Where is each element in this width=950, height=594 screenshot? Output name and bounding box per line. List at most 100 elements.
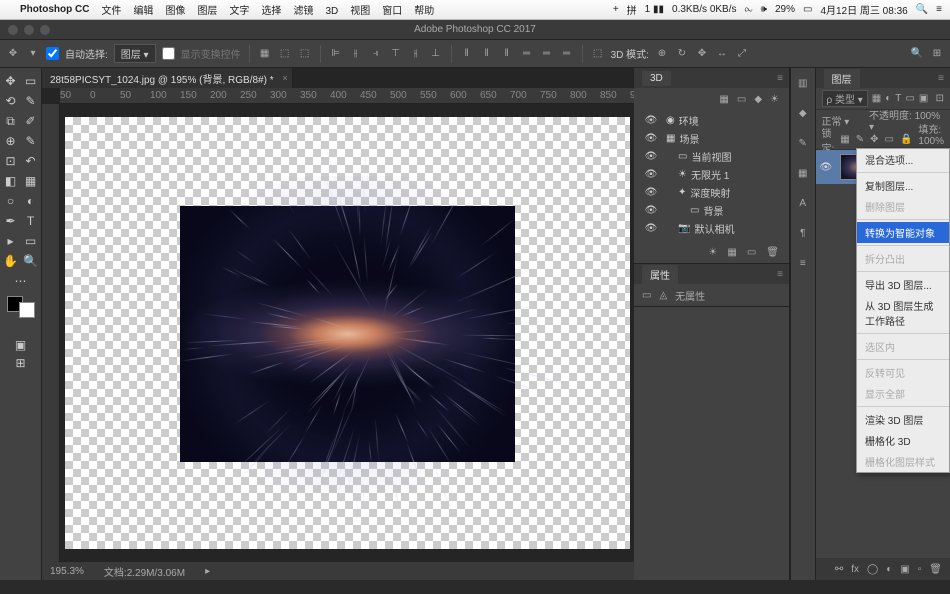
new-layer-icon[interactable]: ▫ (918, 564, 922, 575)
menu-帮助[interactable]: 帮助 (414, 6, 434, 17)
filter-adjust-icon[interactable]: ◐ (885, 93, 891, 104)
strip-icon[interactable]: ▥ (794, 74, 812, 92)
canvas[interactable] (65, 117, 630, 549)
shape-tool[interactable]: ▭ (22, 232, 40, 250)
panel-menu-icon[interactable]: ≡ (777, 73, 783, 84)
zoom-level[interactable]: 195.3% (50, 566, 84, 577)
move-tool[interactable]: ✥ (2, 72, 20, 90)
input-indicator[interactable]: 拼 (627, 2, 637, 17)
panel-props-tab[interactable]: 属性 (642, 265, 678, 284)
strip-icon[interactable]: ¶ (794, 224, 812, 242)
lock-icon[interactable]: ▭ (885, 134, 894, 145)
close-window-button[interactable] (8, 25, 18, 35)
tree-item[interactable]: 👁✦深度映射 (640, 183, 783, 201)
strip-icon[interactable]: ◆ (794, 104, 812, 122)
healing-tool[interactable]: ⊕ (2, 132, 20, 150)
dodge-tool[interactable]: ◐ (22, 192, 40, 210)
doc-size[interactable]: 文档:2.29M/3.06M (104, 564, 185, 579)
type-tool[interactable]: T (22, 212, 40, 230)
ctx-item[interactable]: 栅格化 3D (857, 430, 949, 451)
menu-图像[interactable]: 图像 (165, 6, 185, 17)
tree-item[interactable]: 👁📷默认相机 (640, 219, 783, 237)
strip-icon[interactable]: ✎ (794, 134, 812, 152)
spotlight-icon[interactable]: 🔍 (916, 4, 928, 15)
slide-icon[interactable]: ↔ (715, 47, 729, 61)
plus-icon[interactable]: + (613, 4, 619, 15)
distribute-icon[interactable]: ═ (540, 47, 554, 61)
menu-图层[interactable]: 图层 (197, 6, 217, 17)
align-icon[interactable]: ⬚ (298, 47, 312, 61)
strip-icon[interactable]: ▦ (794, 164, 812, 182)
panel-layers-tab[interactable]: 图层 (824, 69, 860, 88)
notifications-icon[interactable]: ≡ (936, 4, 942, 15)
volume-icon[interactable]: 🕪 (761, 4, 767, 15)
quick-select-tool[interactable]: ✎ (22, 92, 40, 110)
orbit-icon[interactable]: ⊕ (655, 47, 669, 61)
eyedropper-tool[interactable]: ✐ (22, 112, 40, 130)
align-right-icon[interactable]: ⫣ (369, 47, 383, 61)
filter-type-icon[interactable]: T (895, 93, 901, 104)
canvas-viewport[interactable] (60, 104, 634, 562)
align-left-icon[interactable]: ⊫ (329, 47, 343, 61)
app-name[interactable]: Photoshop CC (20, 4, 89, 15)
minimize-window-button[interactable] (24, 25, 34, 35)
auto-select-target[interactable]: 图层 ▾ (114, 44, 156, 63)
document-tab[interactable]: 28t58PICSYT_1024.jpg @ 195% (背景, RGB/8#)… (42, 68, 293, 88)
trash-icon[interactable]: 🗑 (766, 247, 779, 258)
ctx-item[interactable]: 渲染 3D 图层 (857, 409, 949, 430)
menu-extra[interactable]: 1 ▮▮ (645, 4, 664, 15)
close-tab-icon[interactable]: × (282, 73, 287, 83)
align-top-icon[interactable]: ⊤ (389, 47, 403, 61)
distribute-icon[interactable]: ‖ (500, 47, 514, 61)
background-swatch[interactable] (19, 302, 35, 318)
tree-item[interactable]: 👁☀无限光 1 (640, 165, 783, 183)
align-icon[interactable]: ⬚ (278, 47, 292, 61)
panel-menu-icon[interactable]: ≡ (938, 73, 944, 84)
panel-menu-icon[interactable]: ≡ (777, 269, 783, 280)
menu-编辑[interactable]: 编辑 (133, 6, 153, 17)
align-icon[interactable]: ▦ (258, 47, 272, 61)
vertical-ruler[interactable] (42, 104, 60, 562)
pen-tool[interactable]: ✒ (2, 212, 20, 230)
visibility-icon[interactable]: 👁 (820, 162, 834, 173)
distribute-icon[interactable]: ═ (520, 47, 534, 61)
hand-tool[interactable]: ✋ (2, 252, 20, 270)
blur-tool[interactable]: ○ (2, 192, 20, 210)
ctx-item[interactable]: 导出 3D 图层... (857, 274, 949, 295)
eraser-tool[interactable]: ◧ (2, 172, 20, 190)
lock-icon[interactable]: ✥ (870, 134, 878, 145)
align-hcenter-icon[interactable]: ⫲ (349, 47, 363, 61)
ctx-item[interactable]: 从 3D 图层生成工作路径 (857, 295, 949, 331)
menu-视图[interactable]: 视图 (350, 6, 370, 17)
tree-item[interactable]: 👁◉环境 (640, 111, 783, 129)
show-transform-checkbox[interactable] (162, 47, 175, 60)
align-vcenter-icon[interactable]: ⫲ (409, 47, 423, 61)
filter-pixel-icon[interactable]: ▦ (872, 93, 881, 104)
mask-icon[interactable]: ◯ (867, 564, 878, 575)
stamp-tool[interactable]: ⊡ (2, 152, 20, 170)
menu-选择[interactable]: 选择 (261, 6, 281, 17)
crop-tool[interactable]: ⧉ (2, 112, 20, 130)
new-icon[interactable]: ▭ (747, 247, 756, 258)
align-bottom-icon[interactable]: ⊥ (429, 47, 443, 61)
menu-文件[interactable]: 文件 (101, 6, 121, 17)
wifi-icon[interactable]: ⧜ (745, 4, 753, 15)
pan-icon[interactable]: ✥ (695, 47, 709, 61)
zoom-tool[interactable]: 🔍 (22, 252, 40, 270)
distribute-icon[interactable]: ═ (560, 47, 574, 61)
layer-filter-kind[interactable]: ρ 类型 ▾ (822, 90, 868, 107)
zoom-window-button[interactable] (40, 25, 50, 35)
group-icon[interactable]: ▣ (900, 564, 909, 575)
fill-value[interactable]: 100% (918, 136, 944, 147)
dropdown-icon[interactable]: ▾ (26, 47, 40, 61)
history-brush-tool[interactable]: ↶ (22, 152, 40, 170)
panel-3d-tab[interactable]: 3D (642, 71, 671, 86)
filter-icon[interactable]: ▭ (737, 94, 746, 105)
workspace-icon[interactable]: ⊞ (930, 47, 944, 61)
distribute-icon[interactable]: ‖ (460, 47, 474, 61)
brush-tool[interactable]: ✎ (22, 132, 40, 150)
roll-icon[interactable]: ↻ (675, 47, 689, 61)
image-layer[interactable] (180, 206, 515, 462)
menu-文字[interactable]: 文字 (229, 6, 249, 17)
link-icon[interactable]: ⚯ (835, 564, 843, 575)
